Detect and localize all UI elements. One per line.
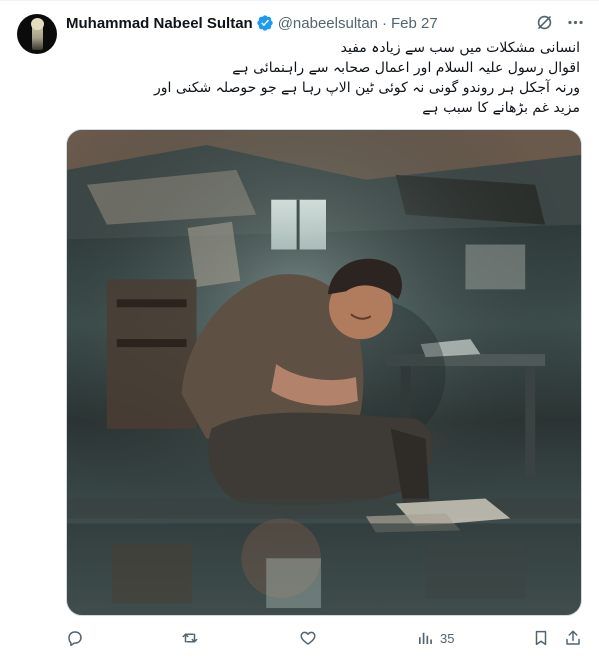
author-name[interactable]: Muhammad Nabeel Sultan <box>66 15 253 32</box>
avatar-head <box>31 18 44 30</box>
like-icon <box>300 631 316 645</box>
avatar[interactable] <box>17 14 57 54</box>
views-button[interactable]: 35 <box>416 629 454 647</box>
share-icon <box>566 630 580 645</box>
sad-man-artwork <box>67 130 581 615</box>
grok-icon[interactable] <box>535 13 554 32</box>
tweet-actions: 35 <box>66 629 582 651</box>
like-button[interactable] <box>299 629 317 647</box>
author-handle[interactable]: @nabeelsultan <box>278 15 378 32</box>
verified-badge-icon <box>257 15 273 31</box>
tweet-date[interactable]: Feb 27 <box>391 15 438 32</box>
tweet-image[interactable] <box>66 129 582 616</box>
retweet-icon <box>182 633 198 643</box>
retweet-button[interactable] <box>181 629 199 647</box>
top-actions <box>535 13 585 32</box>
bookmark-icon <box>535 630 547 646</box>
tweet[interactable]: Muhammad Nabeel Sultan @nabeelsultan · F… <box>0 0 599 661</box>
views-icon <box>419 632 432 644</box>
tweet-text-line: ورنہ آجکل ہر روندو گونی نہ کوئی ٹین الاپ… <box>153 80 580 96</box>
separator-dot: · <box>382 14 388 32</box>
tweet-header: Muhammad Nabeel Sultan @nabeelsultan · F… <box>66 13 438 33</box>
tweet-text: انسانی مشکلات میں سب سے زیادہ مفید اقوال… <box>66 38 580 118</box>
reply-icon <box>68 631 82 647</box>
more-icon[interactable] <box>566 13 585 32</box>
reply-button[interactable] <box>66 629 84 647</box>
tweet-text-line: مزید غم بڑھانے کا سبب ہے <box>422 100 580 116</box>
share-button[interactable] <box>564 629 582 647</box>
bookmark-button[interactable] <box>532 629 550 647</box>
views-count: 35 <box>440 630 455 646</box>
tweet-text-line: انسانی مشکلات میں سب سے زیادہ مفید <box>340 40 580 56</box>
tweet-text-line: اقوال رسول علیہ السلام اور اعمال صحابہ س… <box>232 60 580 76</box>
